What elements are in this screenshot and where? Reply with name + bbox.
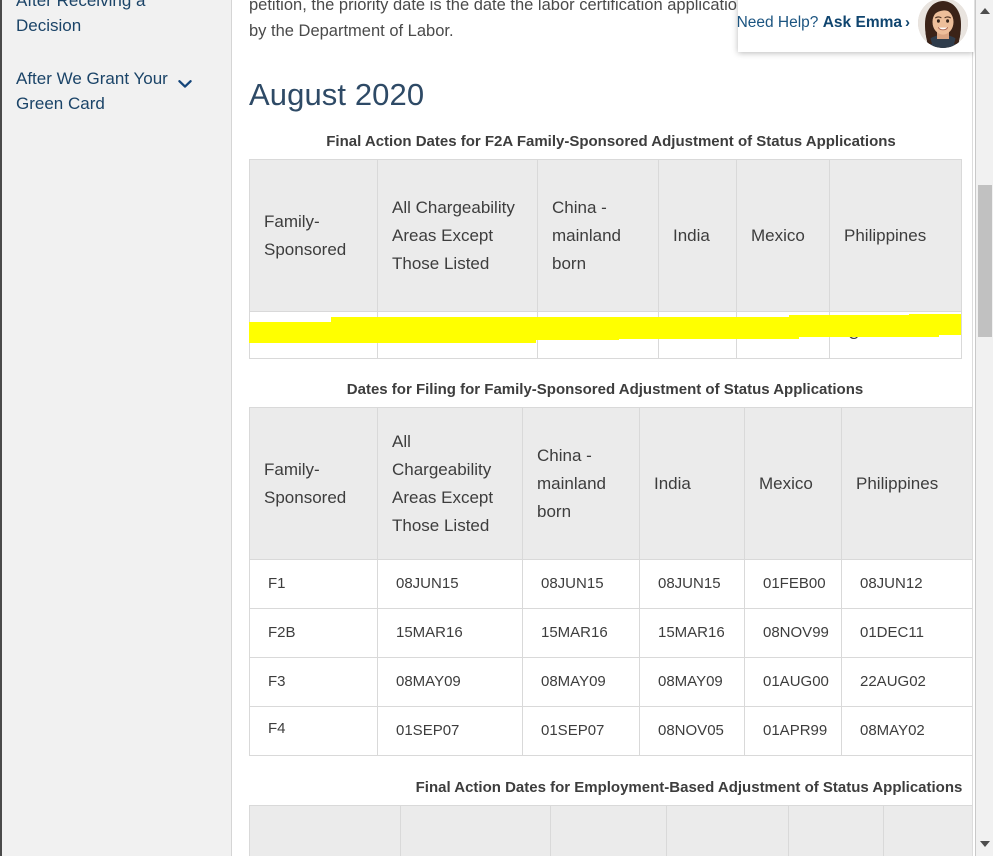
cell-value: 01FEB00 bbox=[744, 559, 842, 609]
column-header: India bbox=[658, 159, 737, 312]
cell-value: 08MAY09 bbox=[377, 657, 523, 707]
table-header-row: Employment-Based All Chargeability Areas… bbox=[249, 805, 973, 856]
cell-value: 15MAR16 bbox=[522, 608, 640, 658]
column-header: China - mainland born bbox=[522, 407, 640, 560]
table-header-row: Family-Sponsored All Chargeability Areas… bbox=[249, 159, 962, 312]
column-header: All Chargeability Areas Except Those Lis… bbox=[400, 805, 551, 856]
cell-value: 08MAY02 bbox=[841, 706, 973, 756]
cell-value: 01SEP07 bbox=[522, 706, 640, 756]
sidebar-item-after-we-grant-your-green-card[interactable]: After We Grant Your Green Card bbox=[16, 66, 217, 116]
column-header: Mexico bbox=[736, 159, 830, 312]
cell-value: 15MAR16 bbox=[377, 608, 523, 658]
scroll-up-arrow-icon[interactable] bbox=[976, 2, 993, 19]
table-caption-final-action-f2a: Final Action Dates for F2A Family-Sponso… bbox=[326, 133, 896, 150]
cell-value: 22AUG02 bbox=[841, 657, 973, 707]
table-final-action-employment: Employment-Based All Chargeability Areas… bbox=[249, 805, 973, 856]
cell-value: 01APR99 bbox=[744, 706, 842, 756]
table-row: F2B 15MAR16 15MAR16 15MAR16 08NOV99 01DE… bbox=[249, 608, 973, 658]
column-header: Family-Sponsored bbox=[249, 407, 378, 560]
ask-emma-label: Need Help? Ask Emma › bbox=[737, 14, 910, 32]
cell-category: F3 bbox=[249, 657, 378, 707]
content-inner: petition, the priority date is the date … bbox=[233, 0, 973, 856]
scroll-thumb[interactable] bbox=[978, 185, 992, 337]
left-sidebar-nav: After Receiving a Decision After We Gran… bbox=[2, 0, 232, 856]
content-right-edge bbox=[972, 0, 973, 856]
ask-emma-prefix: Need Help? bbox=[736, 14, 823, 31]
column-header: All Chargeability Areas Except Those Lis… bbox=[377, 159, 538, 312]
table-row: F1 08JUN15 08JUN15 08JUN15 01FEB00 08JUN… bbox=[249, 559, 973, 609]
scroll-down-arrow-icon[interactable] bbox=[976, 835, 993, 852]
column-header: India bbox=[639, 407, 745, 560]
cell-value: C bbox=[377, 311, 538, 359]
cell-value: C bbox=[829, 311, 962, 359]
cell-value: 08MAY09 bbox=[522, 657, 640, 707]
table-row: F3 08MAY09 08MAY09 08MAY09 01AUG00 22AUG… bbox=[249, 657, 973, 707]
table-dates-for-filing-family: Family-Sponsored All Chargeability Areas… bbox=[249, 407, 973, 756]
main-content-scroll-area[interactable]: petition, the priority date is the date … bbox=[233, 0, 973, 856]
cell-value: 01SEP07 bbox=[377, 706, 523, 756]
sidebar-item-label: After We Grant Your Green Card bbox=[16, 69, 168, 113]
chevron-right-icon[interactable]: › bbox=[905, 14, 910, 31]
column-header: India bbox=[788, 805, 884, 856]
column-header: El Salvador Guatemala Honduras bbox=[666, 805, 789, 856]
cell-value: C bbox=[537, 311, 659, 359]
column-header: Family-Sponsored bbox=[249, 159, 378, 312]
cell-category: F1 bbox=[249, 559, 378, 609]
cell-value: 01AUG00 bbox=[744, 657, 842, 707]
cell-value: 08JUN15 bbox=[377, 559, 523, 609]
column-header: Philippines bbox=[841, 407, 973, 560]
cell-value: 08MAY09 bbox=[639, 657, 745, 707]
table-block-3: Final Action Dates for Employment-Based … bbox=[249, 778, 973, 856]
ask-emma-widget[interactable]: Need Help? Ask Emma › bbox=[737, 0, 974, 52]
cell-value: 08NOV05 bbox=[639, 706, 745, 756]
column-header: Philippines bbox=[829, 159, 962, 312]
cell-value: 08JUN15 bbox=[639, 559, 745, 609]
sidebar-item-label: After Receiving a Decision bbox=[16, 0, 146, 35]
cell-value: 15MAR16 bbox=[639, 608, 745, 658]
page-scrollbar[interactable] bbox=[975, 0, 993, 856]
ask-emma-link[interactable]: Ask Emma bbox=[823, 14, 902, 31]
cell-category: F2B bbox=[249, 608, 378, 658]
cell-value: C bbox=[658, 311, 737, 359]
sidebar-item-after-receiving-a-decision[interactable]: After Receiving a Decision bbox=[16, 0, 217, 38]
cell-value: 08JUN15 bbox=[522, 559, 640, 609]
browser-viewport: After Receiving a Decision After We Gran… bbox=[0, 0, 993, 856]
table-block-1: Final Action Dates for F2A Family-Sponso… bbox=[249, 132, 973, 359]
column-header: Employment-Based bbox=[249, 805, 401, 856]
table-caption-dates-for-filing-family: Dates for Filing for Family-Sponsored Ad… bbox=[346, 381, 864, 398]
table-row: F4 01SEP07 01SEP07 08NOV05 01APR99 08MAY… bbox=[249, 706, 973, 756]
cell-value: 08JUN12 bbox=[841, 559, 973, 609]
cell-category: F4 bbox=[249, 706, 378, 756]
cell-value: C bbox=[736, 311, 830, 359]
column-header: China - mainland born bbox=[537, 159, 659, 312]
cell-value: 08NOV99 bbox=[744, 608, 842, 658]
column-header: China - mainland born bbox=[550, 805, 667, 856]
table-block-2: Dates for Filing for Family-Sponsored Ad… bbox=[249, 380, 973, 756]
column-header: Mexico bbox=[744, 407, 842, 560]
table-header-row: Family-Sponsored All Chargeability Areas… bbox=[249, 407, 973, 560]
cell-value: 01DEC11 bbox=[841, 608, 973, 658]
column-header: All Chargeability Areas Except Those Lis… bbox=[377, 407, 523, 560]
column-header: Mexico bbox=[883, 805, 973, 856]
chevron-down-icon[interactable] bbox=[177, 76, 193, 92]
emma-avatar-icon[interactable] bbox=[918, 0, 968, 48]
window-left-edge bbox=[0, 0, 2, 856]
table-caption-final-action-employment: Final Action Dates for Employment-Based … bbox=[415, 779, 963, 796]
table-final-action-f2a: Family-Sponsored All Chargeability Areas… bbox=[249, 159, 962, 359]
cell-category: F2A bbox=[249, 311, 378, 359]
page-title-month: August 2020 bbox=[249, 77, 425, 112]
table-row: F2A C C C C C bbox=[249, 311, 962, 359]
